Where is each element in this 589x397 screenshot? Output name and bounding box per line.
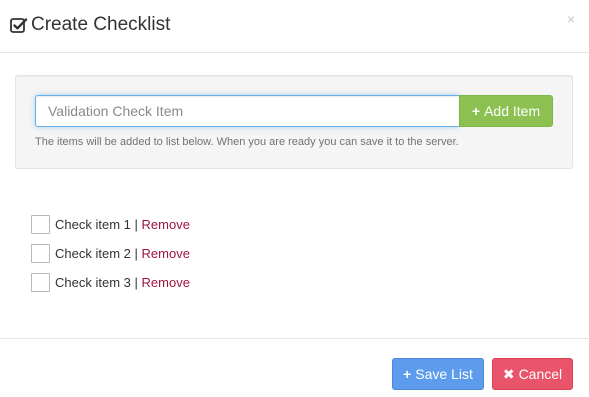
separator: | (134, 275, 138, 290)
add-item-button[interactable]: + Add Item (459, 95, 553, 127)
cancel-label: Cancel (518, 366, 563, 382)
plus-icon: + (471, 103, 481, 119)
item-label: Check item 1 (55, 217, 131, 232)
plus-icon: + (403, 366, 412, 382)
cancel-button[interactable]: ✖ Cancel (492, 358, 573, 390)
modal-header: Create Checklist × (0, 0, 589, 53)
save-list-button[interactable]: + Save List (392, 358, 484, 390)
separator: | (134, 217, 138, 232)
remove-link[interactable]: Remove (142, 275, 190, 290)
item-label: Check item 2 (55, 246, 131, 261)
modal-title: Create Checklist (31, 14, 171, 35)
separator: | (134, 246, 138, 261)
item-checkbox[interactable] (31, 244, 50, 263)
checklist-item-input[interactable] (35, 95, 459, 127)
add-item-label: Add Item (484, 103, 541, 119)
help-text: The items will be added to list below. W… (35, 136, 459, 148)
remove-link[interactable]: Remove (142, 217, 190, 232)
modal-footer: + Save List ✖ Cancel (0, 338, 589, 397)
item-label: Check item 3 (55, 275, 131, 290)
close-icon[interactable]: × (565, 12, 577, 26)
times-icon: ✖ (502, 366, 515, 382)
check-square-icon (10, 16, 28, 34)
item-checkbox[interactable] (31, 215, 50, 234)
create-checklist-modal: Create Checklist × +Add Item The items w… (0, 0, 589, 397)
save-list-label: Save List (415, 366, 473, 382)
item-checkbox[interactable] (31, 273, 50, 292)
add-item-panel: +Add Item The items will be added to lis… (15, 75, 573, 169)
remove-link[interactable]: Remove (142, 246, 190, 261)
